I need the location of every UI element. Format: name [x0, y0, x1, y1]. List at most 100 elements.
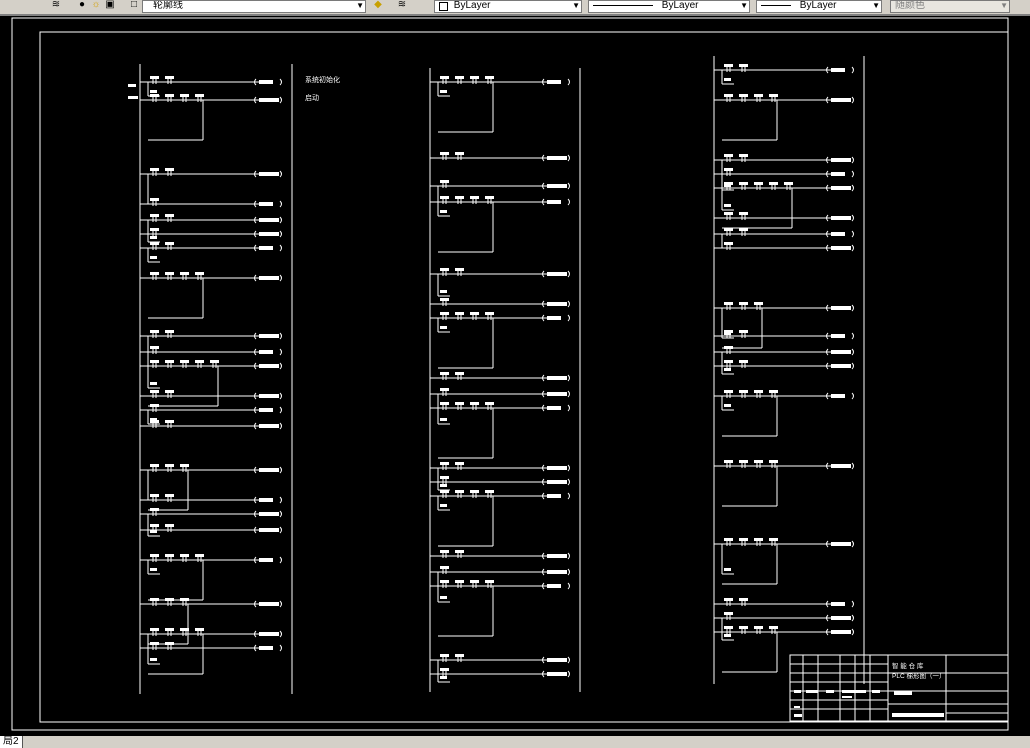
contact-label — [440, 180, 449, 183]
contact-label — [440, 668, 449, 671]
coil-label — [259, 632, 279, 636]
contact-label — [150, 76, 159, 79]
coil — [851, 304, 854, 312]
contact-label — [724, 94, 733, 97]
coil — [567, 374, 570, 382]
toolbar: ≋ ● ☼ ▣ □ 轮廓线 ▼ ◆ ≋ ByLayer ▼ ByLayer ▼ … — [0, 0, 1030, 15]
contact-label — [739, 154, 748, 157]
contact-label — [724, 346, 733, 349]
color-select[interactable]: ByLayer ▼ — [434, 0, 582, 13]
contact-label — [455, 196, 464, 199]
contact-label — [470, 580, 479, 583]
coil — [279, 96, 282, 104]
drawing-canvas[interactable]: 系统初始化 启动 智 能 仓 库 PLC 梯形图（一） — [0, 14, 1030, 736]
contact-label — [440, 580, 449, 583]
contact-label — [754, 460, 763, 463]
contact-label — [150, 494, 159, 497]
contact-label — [165, 168, 174, 171]
color-swatch-icon: □ — [130, 0, 138, 10]
contact-label — [440, 418, 447, 421]
chevron-down-icon: ▼ — [572, 1, 580, 10]
rail-marker — [128, 96, 138, 99]
coil-label — [831, 394, 845, 398]
contact-label — [455, 402, 464, 405]
contact-label — [724, 78, 731, 81]
contact-label — [440, 476, 449, 479]
inner-frame — [39, 31, 1009, 723]
lineweight-select[interactable]: ByLayer ▼ — [756, 0, 882, 13]
contact-label — [754, 626, 763, 629]
coil-label — [831, 246, 851, 250]
make-current-layer-icon[interactable]: ◆ — [372, 0, 384, 10]
contact-label — [769, 182, 778, 185]
coil — [279, 348, 282, 356]
contact-label — [739, 360, 748, 363]
coil — [279, 556, 282, 564]
contact-label — [195, 554, 204, 557]
coil — [567, 670, 570, 678]
layers-icon[interactable]: ≋ — [50, 0, 62, 10]
coil — [279, 170, 282, 178]
color-value: ByLayer — [453, 0, 491, 11]
coil — [851, 230, 854, 238]
coil — [279, 526, 282, 534]
coil — [279, 362, 282, 370]
layout-tab[interactable]: 局2 — [0, 736, 23, 748]
layer-previous-icon[interactable]: ≋ — [396, 0, 408, 10]
contact-label — [195, 272, 204, 275]
contact-label — [455, 462, 464, 465]
coil-label — [831, 334, 845, 338]
chevron-down-icon: ▼ — [740, 1, 748, 10]
linetype-select[interactable]: ByLayer ▼ — [588, 0, 750, 13]
contact-label — [165, 94, 174, 97]
contact-label — [440, 504, 447, 507]
contact-label — [150, 346, 159, 349]
coil — [851, 362, 854, 370]
coil — [851, 392, 854, 400]
coil — [567, 464, 570, 472]
lock-icon[interactable]: ▣ — [104, 0, 116, 10]
contact-label — [150, 228, 159, 231]
coil-label — [259, 232, 279, 236]
coil — [279, 216, 282, 224]
contact-label — [165, 524, 174, 527]
coil-label — [831, 158, 851, 162]
contact-label — [455, 490, 464, 493]
contact-label — [180, 464, 189, 467]
plotstyle-select[interactable]: 随颜色 ▼ — [890, 0, 1010, 13]
contact-label — [754, 302, 763, 305]
coil — [279, 200, 282, 208]
contact-label — [150, 360, 159, 363]
linetype-sample — [593, 4, 653, 6]
rail-marker — [128, 84, 136, 87]
sun-icon[interactable]: ☼ — [90, 0, 102, 10]
contact-label — [150, 168, 159, 171]
coil-label — [831, 98, 851, 102]
coil-label — [547, 272, 567, 276]
contact-label — [485, 402, 494, 405]
contact-label — [455, 152, 464, 155]
lightbulb-icon[interactable]: ● — [76, 0, 88, 10]
coil — [279, 406, 282, 414]
coil-label — [259, 350, 273, 354]
contact-label — [739, 64, 748, 67]
coil-label — [831, 364, 851, 368]
contact-label — [440, 76, 449, 79]
coil-label — [259, 202, 273, 206]
contact-label — [739, 182, 748, 185]
coil-label — [259, 172, 279, 176]
color-swatch — [439, 2, 448, 11]
coil — [279, 274, 282, 282]
contact-label — [165, 76, 174, 79]
contact-label — [150, 524, 159, 527]
contact-label — [724, 612, 733, 615]
layer-select[interactable]: 轮廓线 ▼ — [142, 0, 366, 13]
contact-label — [724, 242, 733, 245]
contact-label — [165, 242, 174, 245]
coil-label — [259, 558, 273, 562]
coil-label — [831, 172, 845, 176]
coil-label — [547, 316, 561, 320]
coil — [567, 478, 570, 486]
contact-label — [440, 268, 449, 271]
coil — [851, 614, 854, 622]
